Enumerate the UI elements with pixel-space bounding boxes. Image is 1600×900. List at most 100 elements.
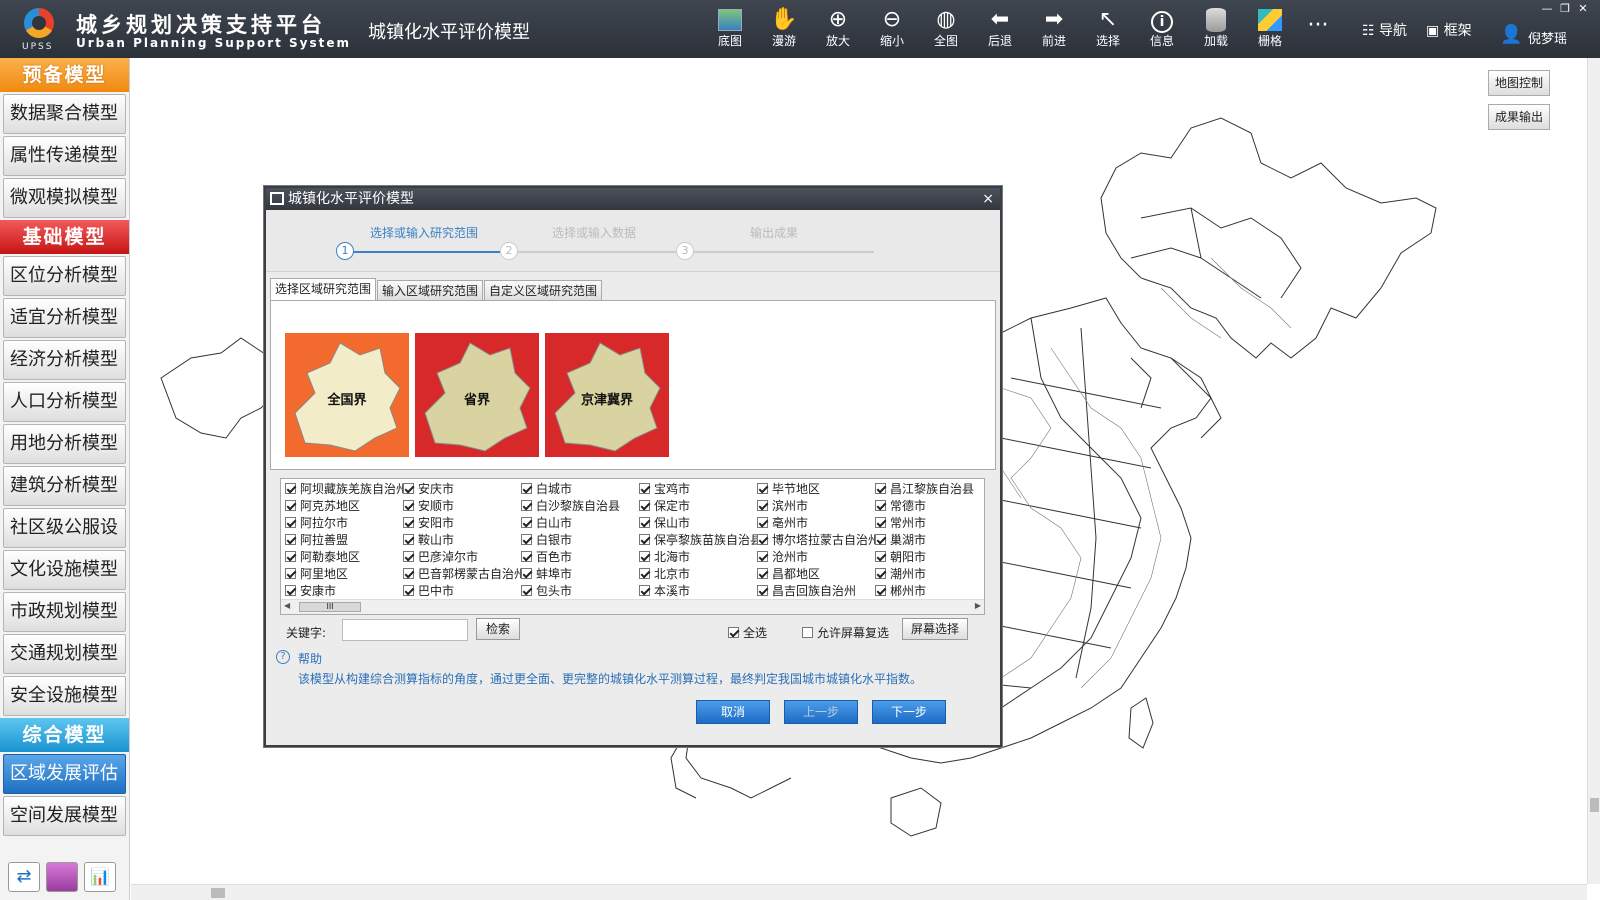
- sidebar-item[interactable]: 微观模拟模型: [3, 178, 126, 218]
- tool-arrow-left-button[interactable]: ⬅ 后退: [976, 6, 1024, 54]
- list-horizontal-scrollbar[interactable]: ◀ III ▶: [281, 599, 984, 614]
- sidebar-item[interactable]: 经济分析模型: [3, 340, 126, 380]
- scroll-thumb[interactable]: [211, 888, 225, 898]
- city-checkbox-item[interactable]: 阿坝藏族羌族自治州: [285, 481, 403, 498]
- next-button[interactable]: 下一步: [872, 700, 946, 724]
- tool-zoom-out-button[interactable]: ⊖ 缩小: [868, 6, 916, 54]
- sidebar-item[interactable]: 属性传递模型: [3, 136, 126, 176]
- sidebar-section-header[interactable]: 预备模型: [0, 58, 129, 92]
- navigation-button[interactable]: ☷ 导航: [1362, 20, 1407, 40]
- city-checkbox-item[interactable]: 蚌埠市: [521, 566, 639, 583]
- sidebar-item[interactable]: 人口分析模型: [3, 382, 126, 422]
- close-icon[interactable]: ×: [982, 188, 994, 210]
- city-checkbox-item[interactable]: 保亭黎族苗族自治县: [639, 532, 757, 549]
- screen-select-button[interactable]: 屏幕选择: [902, 618, 968, 640]
- more-tools-button[interactable]: ···: [1294, 12, 1342, 60]
- sidebar-section-header[interactable]: 基础模型: [0, 220, 129, 254]
- city-checkbox-item[interactable]: 安康市: [285, 583, 403, 600]
- city-checkbox-item[interactable]: 阿克苏地区: [285, 498, 403, 515]
- city-checkbox-item[interactable]: 博尔塔拉蒙古自治州: [757, 532, 875, 549]
- previous-button[interactable]: 上一步: [784, 700, 858, 724]
- city-checkbox-item[interactable]: 沧州市: [757, 549, 875, 566]
- city-checkbox-item[interactable]: 阿拉尔市: [285, 515, 403, 532]
- minimize-icon[interactable]: —: [1538, 2, 1556, 15]
- city-checkbox-item[interactable]: 常州市: [875, 515, 984, 532]
- sidebar-item[interactable]: 用地分析模型: [3, 424, 126, 464]
- tab-input-region[interactable]: 输入区域研究范围: [377, 280, 484, 302]
- layers-icon[interactable]: [46, 862, 78, 892]
- tool-raster-button[interactable]: 栅格: [1246, 6, 1294, 54]
- city-checkbox-item[interactable]: 安庆市: [403, 481, 521, 498]
- city-checkbox-item[interactable]: 阿里地区: [285, 566, 403, 583]
- city-checkbox-item[interactable]: 巴音郭楞蒙古自治州: [403, 566, 521, 583]
- region-card[interactable]: 京津冀界: [545, 333, 669, 457]
- tool-info-button[interactable]: i 信息: [1138, 6, 1186, 54]
- tool-cursor-button[interactable]: ↖ 选择: [1084, 6, 1132, 54]
- close-window-icon[interactable]: ✕: [1574, 2, 1592, 15]
- city-checkbox-item[interactable]: 巴中市: [403, 583, 521, 600]
- city-checkbox-item[interactable]: 白城市: [521, 481, 639, 498]
- help-label[interactable]: 帮助: [298, 650, 322, 667]
- sidebar-section-header[interactable]: 综合模型: [0, 718, 129, 752]
- city-checkbox-item[interactable]: 安阳市: [403, 515, 521, 532]
- sidebar-item[interactable]: 交通规划模型: [3, 634, 126, 674]
- tab-select-region[interactable]: 选择区域研究范围: [270, 278, 377, 302]
- city-checkbox-item[interactable]: 宝鸡市: [639, 481, 757, 498]
- city-checkbox-item[interactable]: 安顺市: [403, 498, 521, 515]
- city-checkbox-item[interactable]: 潮州市: [875, 566, 984, 583]
- city-checkbox-item[interactable]: 滨州市: [757, 498, 875, 515]
- select-all-checkbox[interactable]: 全选: [728, 624, 767, 641]
- tool-database-button[interactable]: 加载: [1192, 6, 1240, 54]
- region-card[interactable]: 省界: [415, 333, 539, 457]
- tool-basemap-button[interactable]: 底图: [706, 6, 754, 54]
- result-output-button[interactable]: 成果输出: [1488, 104, 1550, 130]
- city-checkbox-item[interactable]: 朝阳市: [875, 549, 984, 566]
- allow-screen-multiselect-checkbox[interactable]: 允许屏幕复选: [802, 624, 889, 641]
- sidebar-item[interactable]: 市政规划模型: [3, 592, 126, 632]
- tool-hand-button[interactable]: ✋ 漫游: [760, 6, 808, 54]
- city-checkbox-item[interactable]: 白银市: [521, 532, 639, 549]
- restore-icon[interactable]: ❐: [1556, 2, 1574, 15]
- sidebar-item[interactable]: 区域发展评估: [3, 754, 126, 794]
- city-checkbox-item[interactable]: 本溪市: [639, 583, 757, 600]
- city-checkbox-item[interactable]: 北京市: [639, 566, 757, 583]
- scroll-thumb[interactable]: [1590, 798, 1599, 812]
- bar-chart-icon[interactable]: 📊: [84, 862, 116, 892]
- city-checkbox-item[interactable]: 昌吉回族自治州: [757, 583, 875, 600]
- user-name[interactable]: 倪梦瑶: [1528, 28, 1567, 47]
- city-checkbox-item[interactable]: 巢湖市: [875, 532, 984, 549]
- search-button[interactable]: 检索: [476, 618, 520, 640]
- city-checkbox-item[interactable]: 郴州市: [875, 583, 984, 600]
- frame-button[interactable]: ▣ 框架: [1426, 20, 1472, 40]
- city-checkbox-item[interactable]: 白山市: [521, 515, 639, 532]
- scroll-left-icon[interactable]: ◀: [284, 601, 290, 610]
- city-checkbox-item[interactable]: 昌都地区: [757, 566, 875, 583]
- city-checkbox-item[interactable]: 昌江黎族自治县: [875, 481, 984, 498]
- sidebar-item[interactable]: 安全设施模型: [3, 676, 126, 716]
- city-checkbox-item[interactable]: 鞍山市: [403, 532, 521, 549]
- city-checkbox-item[interactable]: 阿勒泰地区: [285, 549, 403, 566]
- scroll-right-icon[interactable]: ▶: [975, 601, 981, 610]
- city-checkbox-item[interactable]: 亳州市: [757, 515, 875, 532]
- keyword-input[interactable]: [342, 619, 468, 641]
- dialog-titlebar[interactable]: 城镇化水平评价模型 ×: [266, 188, 1000, 210]
- city-checkbox-item[interactable]: 毕节地区: [757, 481, 875, 498]
- sidebar-item[interactable]: 文化设施模型: [3, 550, 126, 590]
- sidebar-item[interactable]: 适宜分析模型: [3, 298, 126, 338]
- cancel-button[interactable]: 取消: [696, 700, 770, 724]
- swap-icon[interactable]: ⇄: [8, 862, 40, 892]
- city-checkbox-item[interactable]: 保山市: [639, 515, 757, 532]
- region-card[interactable]: 全国界: [285, 333, 409, 457]
- city-checkbox-item[interactable]: 北海市: [639, 549, 757, 566]
- tab-custom-region[interactable]: 自定义区域研究范围: [484, 280, 603, 302]
- city-checkbox-item[interactable]: 阿拉善盟: [285, 532, 403, 549]
- city-checkbox-item[interactable]: 巴彦淖尔市: [403, 549, 521, 566]
- map-control-button[interactable]: 地图控制: [1488, 70, 1550, 96]
- scroll-thumb[interactable]: III: [299, 602, 361, 612]
- city-checkbox-item[interactable]: 常德市: [875, 498, 984, 515]
- tool-globe-button[interactable]: ◍ 全图: [922, 6, 970, 54]
- sidebar-item[interactable]: 建筑分析模型: [3, 466, 126, 506]
- city-checkbox-item[interactable]: 百色市: [521, 549, 639, 566]
- city-checkbox-item[interactable]: 保定市: [639, 498, 757, 515]
- city-checkbox-item[interactable]: 白沙黎族自治县: [521, 498, 639, 515]
